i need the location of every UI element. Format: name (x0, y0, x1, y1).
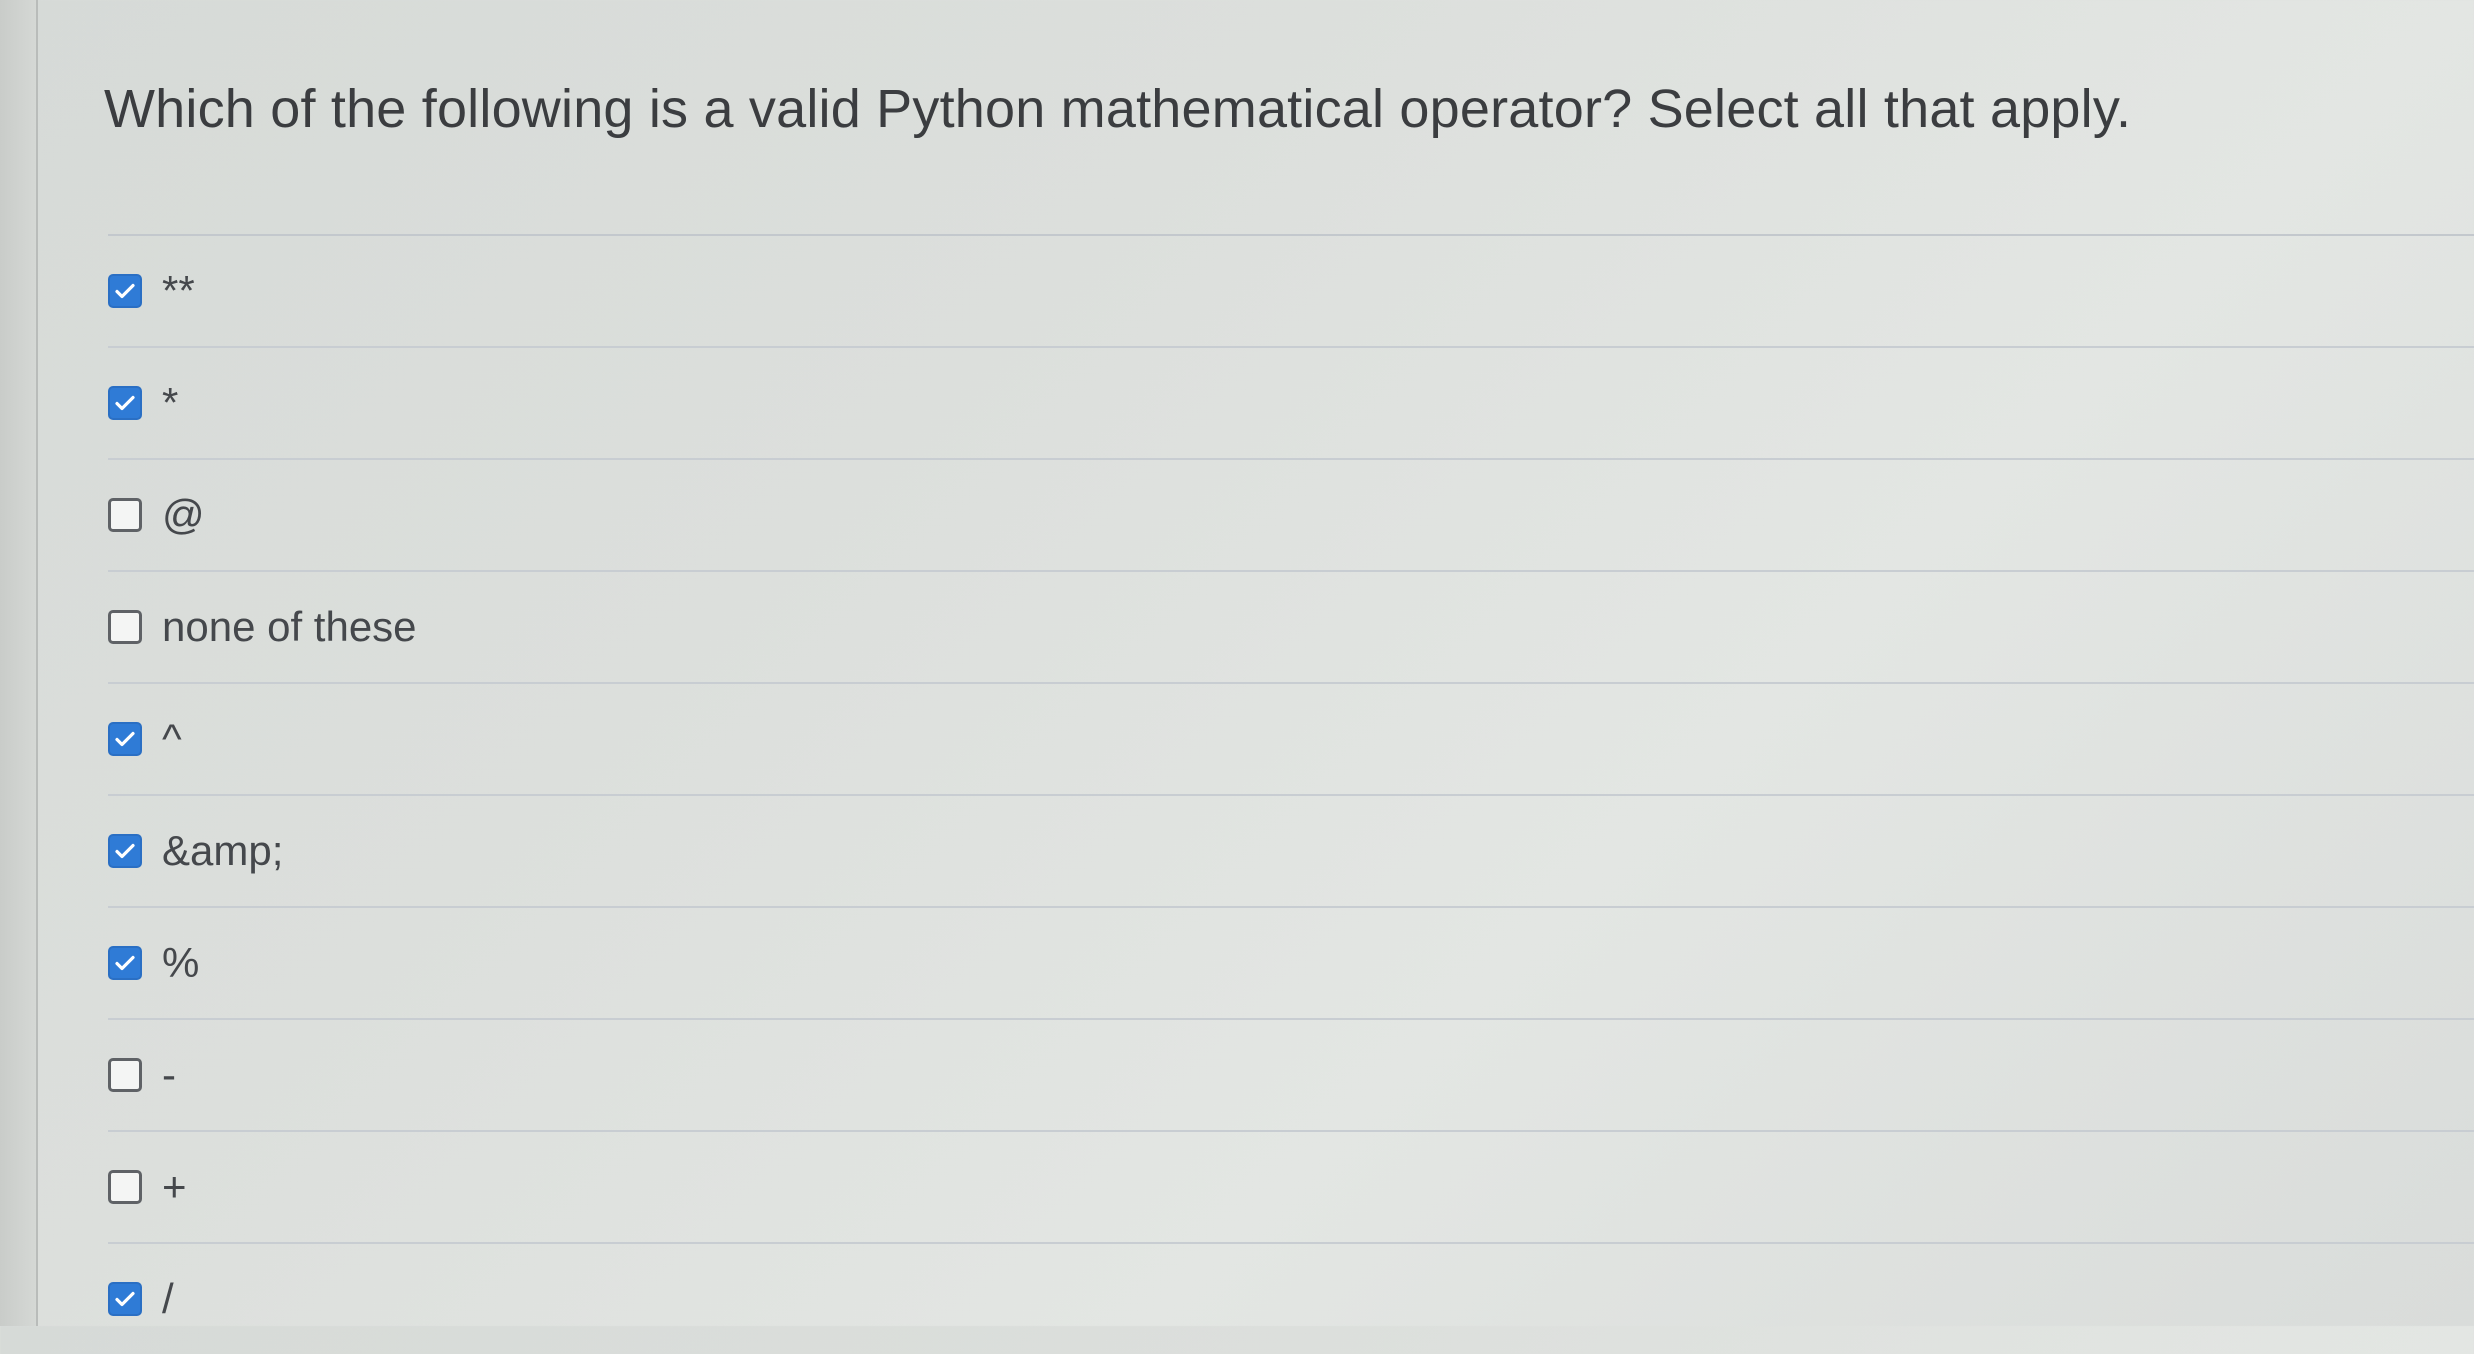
option-checkbox-checked[interactable] (108, 274, 142, 308)
checkmark-icon (115, 1291, 135, 1307)
option-label: none of these (162, 603, 417, 650)
option-label: * (162, 379, 179, 426)
option-row[interactable]: * (108, 346, 2474, 458)
option-checkbox-unchecked[interactable] (108, 1058, 142, 1092)
option-row[interactable]: - (108, 1018, 2474, 1130)
option-label: &amp; (162, 827, 284, 874)
option-row[interactable]: none of these (108, 570, 2474, 682)
option-label: ^ (162, 715, 182, 762)
option-checkbox-unchecked[interactable] (108, 498, 142, 532)
option-checkbox-checked[interactable] (108, 386, 142, 420)
option-row[interactable]: ^ (108, 682, 2474, 794)
option-label: % (162, 939, 200, 986)
checkmark-icon (115, 955, 135, 971)
option-checkbox-checked[interactable] (108, 1282, 142, 1316)
answer-options-list: ** * @ none of these ^ &amp; % - + / (108, 234, 2474, 1354)
checkmark-icon (115, 395, 135, 411)
checkmark-icon (115, 843, 135, 859)
left-edge-divider (0, 0, 38, 1326)
option-checkbox-checked[interactable] (108, 834, 142, 868)
option-label: / (162, 1275, 174, 1322)
option-row[interactable]: % (108, 906, 2474, 1018)
option-checkbox-checked[interactable] (108, 722, 142, 756)
option-label: - (162, 1051, 176, 1098)
option-checkbox-unchecked[interactable] (108, 1170, 142, 1204)
option-checkbox-unchecked[interactable] (108, 610, 142, 644)
option-label: ** (162, 267, 195, 314)
option-label: + (162, 1163, 187, 1210)
checkmark-icon (115, 283, 135, 299)
option-checkbox-checked[interactable] (108, 946, 142, 980)
option-label: @ (162, 491, 205, 538)
option-row[interactable]: ** (108, 234, 2474, 346)
question-panel: Which of the following is a valid Python… (38, 0, 2474, 1326)
option-row[interactable]: @ (108, 458, 2474, 570)
option-row[interactable]: &amp; (108, 794, 2474, 906)
option-row[interactable]: / (108, 1242, 2474, 1354)
question-text: Which of the following is a valid Python… (104, 79, 2132, 139)
checkmark-icon (115, 731, 135, 747)
option-row[interactable]: + (108, 1130, 2474, 1242)
